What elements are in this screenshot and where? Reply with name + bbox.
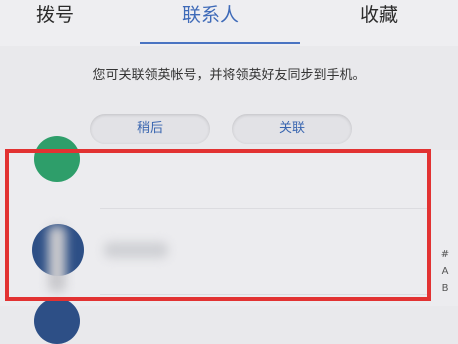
linkedin-sync-notice: 您可关联领英帐号，并将领英好友同步到手机。: [92, 68, 366, 83]
list-divider: [100, 294, 428, 295]
index-letter[interactable]: B: [438, 283, 452, 294]
tab-bar: 拨号 联系人 收藏: [0, 0, 458, 46]
index-letter[interactable]: A: [438, 266, 452, 277]
contact-avatar: [34, 136, 80, 182]
later-button[interactable]: 稍后: [90, 114, 210, 144]
blurred-contact-name: [104, 242, 168, 258]
list-divider: [100, 208, 428, 209]
tab-dialer[interactable]: 拨号: [36, 0, 74, 30]
tab-contacts[interactable]: 联系人: [182, 0, 239, 30]
blurred-avatar-detail: [48, 226, 66, 292]
contact-avatar: [34, 298, 80, 344]
tab-favorites[interactable]: 收藏: [360, 0, 398, 30]
link-account-button[interactable]: 关联: [232, 114, 352, 144]
active-tab-indicator: [140, 42, 300, 44]
index-letter[interactable]: #: [438, 249, 452, 260]
contact-list: [0, 136, 458, 344]
